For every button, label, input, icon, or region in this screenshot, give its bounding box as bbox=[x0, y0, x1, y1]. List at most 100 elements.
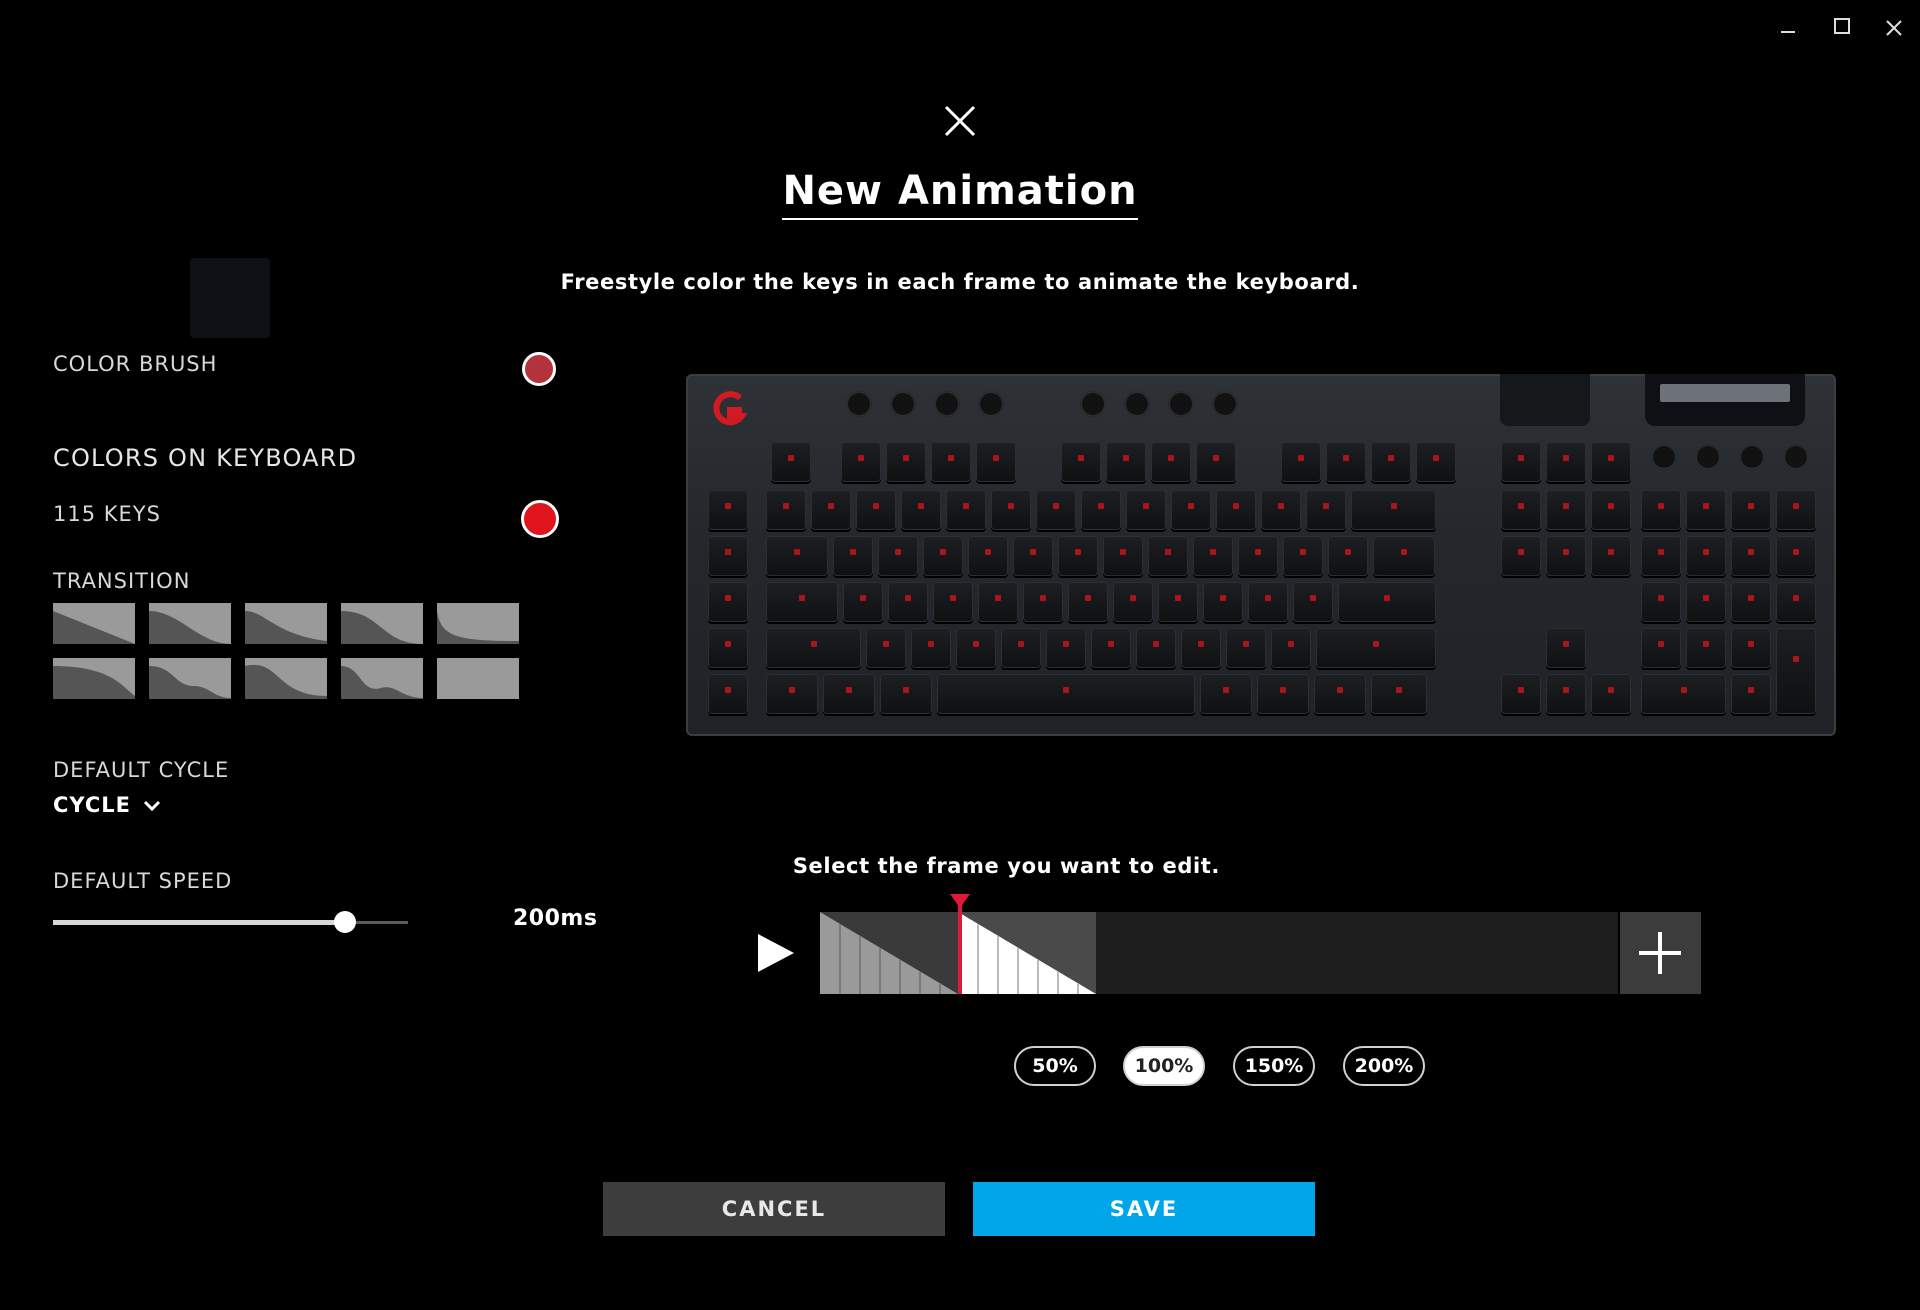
keyboard-key[interactable] bbox=[1731, 628, 1771, 668]
keyboard-key[interactable] bbox=[766, 536, 828, 576]
keyboard-key[interactable] bbox=[811, 490, 851, 530]
keyboard-key[interactable] bbox=[1271, 628, 1311, 668]
keyboard-key[interactable] bbox=[976, 442, 1016, 482]
keyboard-key[interactable] bbox=[1776, 628, 1816, 714]
keyboard-key[interactable] bbox=[866, 628, 906, 668]
media-button[interactable] bbox=[846, 391, 872, 417]
save-button[interactable]: SAVE bbox=[973, 1182, 1315, 1236]
keyboard-key[interactable] bbox=[1546, 490, 1586, 530]
keyboard-key[interactable] bbox=[1293, 582, 1333, 622]
keyboard-key[interactable] bbox=[1036, 490, 1076, 530]
keyboard-key[interactable] bbox=[1776, 490, 1816, 530]
media-button[interactable] bbox=[978, 391, 1004, 417]
keyboard-key[interactable] bbox=[1546, 674, 1586, 714]
keyboard-key[interactable] bbox=[1776, 536, 1816, 576]
keyboard-key[interactable] bbox=[1046, 628, 1086, 668]
keyboard-key[interactable] bbox=[1641, 490, 1681, 530]
keyboard-key[interactable] bbox=[856, 490, 896, 530]
keyboard-key[interactable] bbox=[937, 674, 1195, 714]
keyboard-key[interactable] bbox=[1731, 536, 1771, 576]
keyboard-key[interactable] bbox=[1591, 490, 1631, 530]
keyboard-key[interactable] bbox=[1261, 490, 1301, 530]
keyboard-key[interactable] bbox=[1306, 490, 1346, 530]
transition-wave[interactable] bbox=[149, 658, 231, 699]
keyboard-key[interactable] bbox=[1238, 536, 1278, 576]
window-minimize-button[interactable] bbox=[1768, 10, 1808, 50]
playhead-line[interactable] bbox=[958, 904, 962, 994]
media-button[interactable] bbox=[1080, 391, 1106, 417]
zoom-100-button[interactable]: 100% bbox=[1123, 1046, 1205, 1086]
keyboard-key[interactable] bbox=[968, 536, 1008, 576]
window-close-button[interactable] bbox=[1874, 10, 1914, 50]
keyboard-key[interactable] bbox=[823, 674, 875, 714]
media-button[interactable] bbox=[1695, 444, 1721, 470]
keyboard-preview[interactable] bbox=[686, 374, 1836, 736]
keyboard-key[interactable] bbox=[1686, 536, 1726, 576]
keyboard-key[interactable] bbox=[1216, 490, 1256, 530]
keyboard-key[interactable] bbox=[956, 628, 996, 668]
keyboard-color-swatch[interactable] bbox=[521, 500, 559, 538]
keyboard-key[interactable] bbox=[1196, 442, 1236, 482]
keyboard-key[interactable] bbox=[1283, 536, 1323, 576]
default-cycle-dropdown[interactable]: CYCLE bbox=[53, 793, 161, 817]
keyboard-key[interactable] bbox=[1641, 536, 1681, 576]
transition-ease-in[interactable] bbox=[149, 603, 231, 644]
keyboard-key[interactable] bbox=[1181, 628, 1221, 668]
keyboard-key[interactable] bbox=[1641, 628, 1681, 668]
keyboard-key[interactable] bbox=[931, 442, 971, 482]
cancel-button[interactable]: CANCEL bbox=[603, 1182, 945, 1236]
transition-none[interactable] bbox=[437, 658, 519, 699]
add-frame-button[interactable] bbox=[1620, 912, 1701, 994]
keyboard-key[interactable] bbox=[911, 628, 951, 668]
keyboard-key[interactable] bbox=[1546, 628, 1586, 668]
keyboard-key[interactable] bbox=[1113, 582, 1153, 622]
keyboard-key[interactable] bbox=[1103, 536, 1143, 576]
keyboard-key[interactable] bbox=[946, 490, 986, 530]
keyboard-key[interactable] bbox=[1501, 674, 1541, 714]
keyboard-key[interactable] bbox=[978, 582, 1018, 622]
keyboard-key[interactable] bbox=[843, 582, 883, 622]
keyboard-key[interactable] bbox=[1328, 536, 1368, 576]
keyboard-key[interactable] bbox=[1001, 628, 1041, 668]
media-button[interactable] bbox=[934, 391, 960, 417]
keyboard-key[interactable] bbox=[1058, 536, 1098, 576]
media-button[interactable] bbox=[1651, 444, 1677, 470]
zoom-150-button[interactable]: 150% bbox=[1233, 1046, 1315, 1086]
keyboard-key[interactable] bbox=[1731, 674, 1771, 714]
keyboard-key[interactable] bbox=[1281, 442, 1321, 482]
keyboard-key[interactable] bbox=[1591, 536, 1631, 576]
keyboard-key[interactable] bbox=[708, 582, 748, 622]
keyboard-key[interactable] bbox=[1248, 582, 1288, 622]
keyboard-key[interactable] bbox=[1501, 442, 1541, 482]
keyboard-key[interactable] bbox=[1148, 536, 1188, 576]
keyboard-key[interactable] bbox=[1371, 442, 1411, 482]
zoom-50-button[interactable]: 50% bbox=[1014, 1046, 1096, 1086]
transition-linear[interactable] bbox=[53, 603, 135, 644]
transition-slow-in[interactable] bbox=[53, 658, 135, 699]
transition-ease-out[interactable] bbox=[245, 603, 327, 644]
keyboard-key[interactable] bbox=[1326, 442, 1366, 482]
keyboard-key[interactable] bbox=[1546, 536, 1586, 576]
keyboard-key[interactable] bbox=[708, 490, 748, 530]
keyboard-key[interactable] bbox=[1158, 582, 1198, 622]
frame-2[interactable] bbox=[958, 912, 1096, 994]
keyboard-key[interactable] bbox=[1373, 536, 1435, 576]
keyboard-key[interactable] bbox=[1731, 582, 1771, 622]
media-button[interactable] bbox=[1212, 391, 1238, 417]
media-button[interactable] bbox=[1739, 444, 1765, 470]
keyboard-key[interactable] bbox=[1686, 582, 1726, 622]
frame-timeline[interactable] bbox=[820, 912, 1618, 994]
keyboard-key[interactable] bbox=[1416, 442, 1456, 482]
keyboard-key[interactable] bbox=[1068, 582, 1108, 622]
dialog-close-button[interactable] bbox=[937, 98, 983, 144]
keyboard-key[interactable] bbox=[1023, 582, 1063, 622]
keyboard-key[interactable] bbox=[1314, 674, 1366, 714]
keyboard-key[interactable] bbox=[1316, 628, 1436, 668]
keyboard-key[interactable] bbox=[1686, 490, 1726, 530]
keyboard-key[interactable] bbox=[1338, 582, 1436, 622]
keyboard-key[interactable] bbox=[771, 442, 811, 482]
color-brush-swatch[interactable] bbox=[522, 352, 556, 386]
keyboard-key[interactable] bbox=[1371, 674, 1427, 714]
keyboard-key[interactable] bbox=[766, 582, 838, 622]
keyboard-key[interactable] bbox=[1200, 674, 1252, 714]
